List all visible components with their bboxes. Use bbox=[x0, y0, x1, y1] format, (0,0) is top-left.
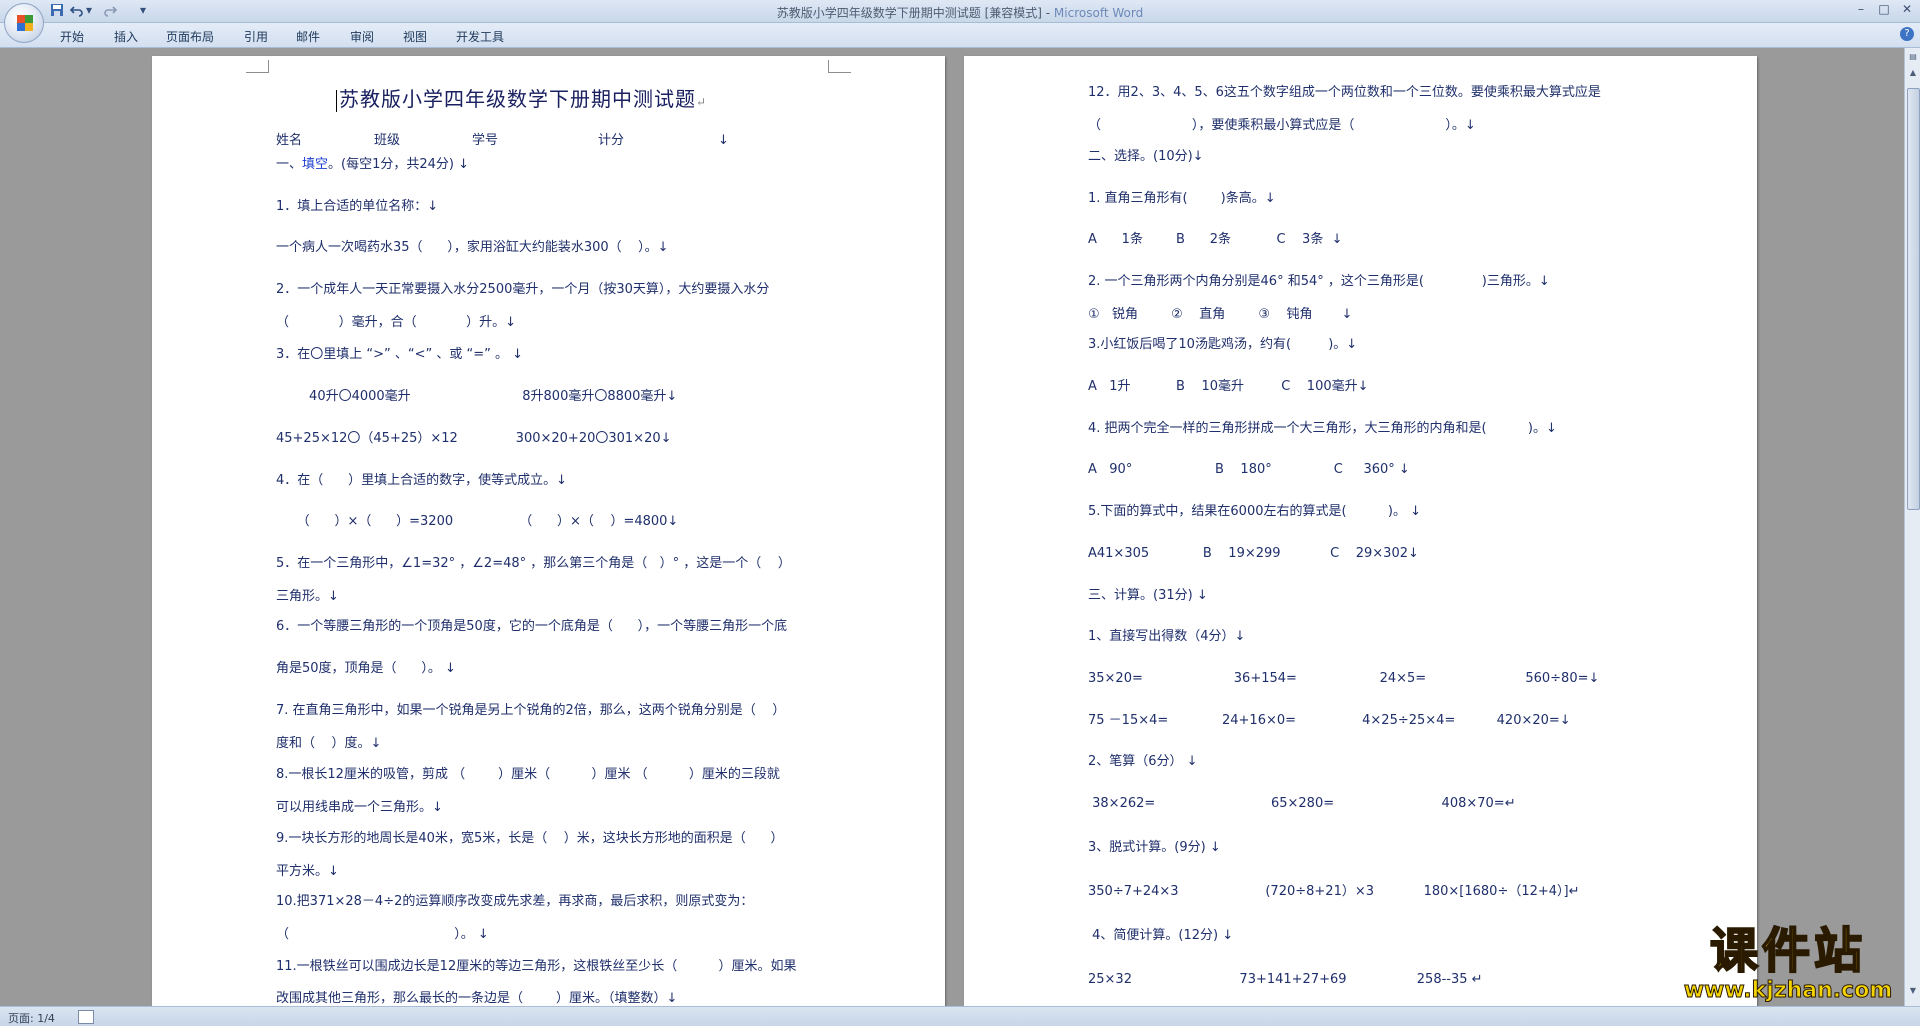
question-line: 度和（ ）度。↓ bbox=[276, 736, 382, 751]
question-line: 3、脱式计算。(9分) ↓ bbox=[1088, 840, 1221, 855]
question-line: 25×32 73+141+27+69 258--35 ↵ bbox=[1088, 972, 1483, 987]
ruler-toggle-icon[interactable]: ▤ bbox=[1907, 52, 1919, 64]
question-line: 改围成其他三角形，那么最长的一条边是（ ）厘米。（填整数）↓ bbox=[276, 991, 678, 1006]
question-line: 45+25×12〇（45+25）×12 300×20+20〇301×20↓ bbox=[276, 431, 672, 446]
question-line: 12．用2、3、4、5、6这五个数字组成一个两位数和一个三位数。要使乘积最大算式… bbox=[1088, 85, 1601, 100]
question-line: 38×262= 65×280= 408×70=↵ bbox=[1088, 796, 1516, 811]
tab-page-layout[interactable]: 页面布局 bbox=[166, 28, 214, 45]
question-line: 3．在〇里填上 “>” 、“<” 、或 “=” 。 ↓ bbox=[276, 347, 524, 362]
minimize-button[interactable]: – bbox=[1850, 2, 1872, 18]
question-line: 10.把371×28－4÷2的运算顺序改变成先求差，再求商，最后求积，则原式变为… bbox=[276, 894, 754, 909]
question-line: 一个病人一次喝药水35（ ），家用浴缸大约能装水300（ ）。↓ bbox=[276, 240, 669, 255]
info-student-id-label: 学号 bbox=[472, 133, 499, 148]
vertical-scrollbar[interactable]: ▤ ▲ ▼ bbox=[1904, 48, 1920, 1006]
question-line: 2．一个成年人一天正常要摄入水分2500毫升，一个月（按30天算），大约要摄入水… bbox=[276, 282, 770, 297]
crop-mark bbox=[246, 60, 269, 73]
question-line: 4．在（ ）里填上合适的数字，使等式成立。↓ bbox=[276, 473, 567, 488]
question-line: A 90° B 180° C 360° ↓ bbox=[1088, 462, 1410, 477]
section-1-title: 填空 bbox=[302, 157, 329, 172]
office-button[interactable] bbox=[4, 3, 44, 43]
question-line: 8.一根长12厘米的吸管，剪成 （ ）厘米（ ）厘米 （ ）厘米的三段就 bbox=[276, 767, 780, 782]
scroll-up-icon[interactable]: ▲ bbox=[1907, 68, 1919, 80]
question-line: 可以用线串成一个三角形。↓ bbox=[276, 800, 443, 815]
section-1-heading: 一、填空。(每空1分，共24分) ↓ bbox=[276, 157, 469, 173]
document-workspace[interactable]: 苏教版小学四年级数学下册期中测试题↵ 姓名 班级 学号 计分 ↓ 一、填空。(每… bbox=[0, 48, 1904, 1006]
section-1-points: 。(每空1分，共24分) ↓ bbox=[328, 157, 470, 172]
info-class-label: 班级 bbox=[374, 133, 401, 148]
question-line: 2. 一个三角形两个内角分别是46° 和54° ，这个三角形是( )三角形。↓ bbox=[1088, 274, 1550, 289]
question-line: 6．一个等腰三角形的一个顶角是50度，它的一个底角是（ ），一个等腰三角形一个底 bbox=[276, 619, 788, 634]
question-line: （ ），要使乘积最小算式应是（ ）。↓ bbox=[1088, 118, 1476, 133]
question-line: 75 －15×4= 24+16×0= 4×25÷25×4= 420×20=↓ bbox=[1088, 713, 1571, 728]
tab-mailings[interactable]: 邮件 bbox=[296, 28, 320, 45]
paragraph-mark: ↵ bbox=[696, 95, 708, 109]
info-name-label: 姓名 bbox=[276, 133, 303, 148]
window-title: 苏教版小学四年级数学下册期中测试题 [兼容模式] - Microsoft Wor… bbox=[0, 4, 1920, 21]
text-cursor bbox=[336, 89, 337, 112]
tab-references[interactable]: 引用 bbox=[244, 28, 268, 45]
section-2-heading: 二、选择。(10分)↓ bbox=[1088, 149, 1204, 164]
paragraph-mark: ↓ bbox=[718, 133, 729, 148]
question-line: 角是50度，顶角是（ ）。 ↓ bbox=[276, 661, 456, 676]
document-title: 苏教版小学四年级数学下册期中测试题 [兼容模式] - bbox=[776, 6, 1054, 20]
question-line: A 1条 B 2条 C 3条 ↓ bbox=[1088, 232, 1343, 247]
question-line: 1、直接写出得数（4分）↓ bbox=[1088, 629, 1246, 644]
document-heading: 苏教版小学四年级数学下册期中测试题↵ bbox=[336, 83, 707, 112]
question-line: 40升〇4000毫升 8升800毫升〇8800毫升↓ bbox=[276, 389, 678, 404]
page-count[interactable]: 页面: 1/4 bbox=[8, 1010, 55, 1026]
section-3-heading: 三、计算。(31分) ↓ bbox=[1088, 588, 1208, 603]
help-icon[interactable]: ? bbox=[1900, 27, 1914, 41]
question-line: （ ）×（ ）=3200 （ ）×（ ）=4800↓ bbox=[276, 514, 679, 529]
question-line: 1. 直角三角形有( )条高。↓ bbox=[1088, 191, 1276, 206]
question-line: 9.一块长方形的地周长是40米，宽5米，长是（ ）米，这块长方形地的面积是（ ） bbox=[276, 831, 784, 846]
section-1-number: 一、 bbox=[276, 157, 303, 172]
question-line: A41×305 B 19×299 C 29×302↓ bbox=[1088, 546, 1419, 561]
question-line: 11.一根铁丝可以围成边长是12厘米的等边三角形，这根铁丝至少长（ ）厘米。如果 bbox=[276, 959, 797, 974]
crop-mark bbox=[828, 60, 851, 73]
tab-review[interactable]: 审阅 bbox=[350, 28, 374, 45]
close-button[interactable]: ✕ bbox=[1896, 2, 1918, 18]
tab-view[interactable]: 视图 bbox=[403, 28, 427, 45]
question-line: 350÷7+24×3 (720÷8+21）×3 180×[1680÷（12+4）… bbox=[1088, 884, 1580, 899]
document-page-1[interactable]: 苏教版小学四年级数学下册期中测试题↵ 姓名 班级 学号 计分 ↓ 一、填空。(每… bbox=[152, 56, 945, 1006]
document-heading-text: 苏教版小学四年级数学下册期中测试题 bbox=[339, 87, 696, 111]
question-line: 3.小红饭后喝了10汤匙鸡汤，约有( )。↓ bbox=[1088, 337, 1358, 352]
question-line: 4. 把两个完全一样的三角形拼成一个大三角形，大三角形的内角和是( )。↓ bbox=[1088, 421, 1557, 436]
info-score-label: 计分 bbox=[598, 133, 625, 148]
question-line: 平方米。↓ bbox=[276, 864, 339, 879]
maximize-button[interactable]: □ bbox=[1873, 2, 1895, 18]
question-line: 5.下面的算式中，结果在6000左右的算式是( )。 ↓ bbox=[1088, 504, 1421, 519]
question-line: 三角形。↓ bbox=[276, 589, 339, 604]
scroll-down-icon[interactable]: ▼ bbox=[1907, 986, 1919, 998]
tab-insert[interactable]: 插入 bbox=[114, 28, 138, 45]
question-line: 4、简便计算。(12分) ↓ bbox=[1088, 928, 1234, 943]
tab-developer[interactable]: 开发工具 bbox=[456, 28, 504, 45]
question-line: 5．在一个三角形中，∠1=32° ，∠2=48° ，那么第三个角是（ ）° ，这… bbox=[276, 556, 791, 571]
document-page-2[interactable]: 12．用2、3、4、5、6这五个数字组成一个两位数和一个三位数。要使乘积最大算式… bbox=[964, 56, 1757, 1006]
question-line: 35×20= 36+154= 24×5= 560÷80=↓ bbox=[1088, 671, 1600, 686]
question-line: 2、笔算（6分） ↓ bbox=[1088, 754, 1198, 769]
tab-home[interactable]: 开始 bbox=[60, 28, 84, 45]
title-bar: ▾ ▾ 苏教版小学四年级数学下册期中测试题 [兼容模式] - Microsoft… bbox=[0, 0, 1920, 23]
ribbon-tabs: 开始 插入 页面布局 引用 邮件 审阅 视图 开发工具 ? bbox=[0, 23, 1920, 48]
status-bar: 页面: 1/4 bbox=[0, 1006, 1920, 1026]
question-line: A 1升 B 10毫升 C 100毫升↓ bbox=[1088, 379, 1369, 394]
question-line: （ ）。 ↓ bbox=[276, 927, 489, 942]
question-line: ① 锐角 ② 直角 ③ 钝角 ↓ bbox=[1088, 307, 1353, 322]
office-logo-icon bbox=[17, 15, 33, 31]
question-line: 1．填上合适的单位名称：↓ bbox=[276, 199, 439, 214]
app-name: Microsoft Word bbox=[1053, 6, 1144, 20]
scroll-thumb[interactable] bbox=[1907, 88, 1920, 510]
question-line: 7. 在直角三角形中，如果一个锐角是另上个锐角的2倍，那么，这两个锐角分别是（ … bbox=[276, 703, 786, 718]
proofing-icon[interactable] bbox=[78, 1010, 94, 1024]
question-line: （ ）毫升，合（ ）升。↓ bbox=[276, 315, 517, 330]
